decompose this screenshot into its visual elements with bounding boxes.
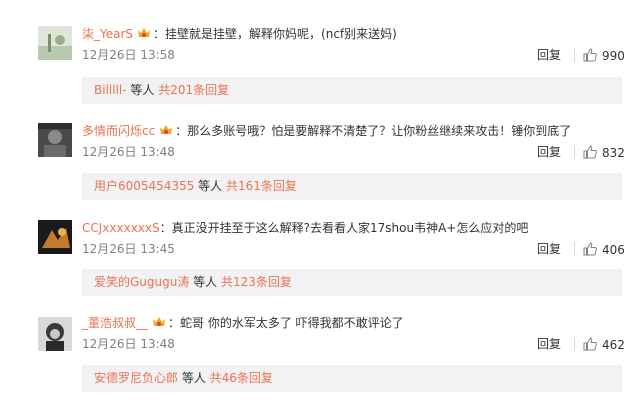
comment-item: 柒_YearS ：挂壁就是挂壁，解释你妈呢，(ncf别来送妈) 12月26日 13… (0, 0, 640, 104)
reply-button[interactable]: 回复 (537, 241, 561, 257)
comment-text: ：那么多账号哦？怕是要解释不清楚了？让你粉丝继续来攻击！锤你到底了 (175, 124, 572, 138)
like-count: 462 (602, 338, 625, 352)
reply-button[interactable]: 回复 (537, 144, 561, 160)
reply-summary-user[interactable]: 安德罗尼负心郎 (94, 371, 178, 385)
divider (574, 242, 575, 256)
avatar-image (38, 220, 72, 254)
comment-username[interactable]: 柒_YearS (82, 27, 133, 41)
reply-summary-text: 等人 (189, 275, 221, 289)
comment-line: CCJxxxxxxxS：真正没开挂至于这么解释?去看看人家17shou韦神A+怎… (82, 220, 528, 236)
avatar-image (38, 26, 72, 60)
vip-crown-icon (160, 125, 173, 134)
reply-summary-user[interactable]: 爱笑的Gugugu涛 (94, 275, 189, 289)
reply-count-link[interactable]: 共46条回复 (210, 371, 273, 385)
avatar-image (38, 317, 72, 351)
divider (574, 48, 575, 62)
comment-time: 12月26日 13:58 (82, 48, 175, 62)
reply-summary-text: 等人 (194, 179, 226, 193)
reply-button[interactable]: 回复 (537, 47, 561, 63)
thumbs-up-icon (583, 145, 597, 159)
thumbs-up-icon (583, 337, 597, 351)
comment-username[interactable]: CCJxxxxxxxS (82, 221, 160, 235)
comment-line: 多情而闪烁cc ：那么多账号哦？怕是要解释不清楚了？让你粉丝继续来攻击！锤你到底了 (82, 123, 571, 139)
like-button[interactable]: 462 (582, 336, 625, 353)
like-button[interactable]: 990 (582, 47, 625, 64)
comment-username[interactable]: _董浩叔叔__ (82, 316, 148, 330)
avatar[interactable] (38, 123, 72, 157)
avatar[interactable] (38, 317, 72, 351)
comment-item: _董浩叔叔__ ：蛇哥 你的水军太多了 吓得我都不敢评论了 12月26日 13:4… (0, 291, 640, 392)
comment-item: 多情而闪烁cc ：那么多账号哦？怕是要解释不清楚了？让你粉丝继续来攻击！锤你到底了… (0, 97, 640, 200)
like-button[interactable]: 406 (582, 241, 625, 258)
reply-button[interactable]: 回复 (537, 336, 561, 352)
avatar[interactable] (38, 26, 72, 60)
comment-time: 12月26日 13:48 (82, 145, 175, 159)
like-button[interactable]: 832 (582, 144, 625, 161)
thumbs-up-icon (583, 48, 597, 62)
comment-line: _董浩叔叔__ ：蛇哥 你的水军太多了 吓得我都不敢评论了 (82, 315, 404, 331)
thumbs-up-icon (583, 242, 597, 256)
comment-text: ：真正没开挂至于这么解释?去看看人家17shou韦神A+怎么应对的吧 (159, 221, 529, 235)
like-count: 406 (602, 243, 625, 257)
avatar-image (38, 123, 72, 157)
comment-username[interactable]: 多情而闪烁cc (82, 124, 155, 138)
comment-text: ：挂壁就是挂壁，解释你妈呢，(ncf别来送妈) (153, 27, 397, 41)
reply-summary-user[interactable]: 用户6005454355 (94, 179, 194, 193)
avatar[interactable] (38, 220, 72, 254)
comment-text: ：蛇哥 你的水军太多了 吓得我都不敢评论了 (168, 316, 404, 330)
comment-item: CCJxxxxxxxS：真正没开挂至于这么解释?去看看人家17shou韦神A+怎… (0, 194, 640, 296)
like-count: 832 (602, 146, 625, 160)
divider (574, 145, 575, 159)
reply-count-link[interactable]: 共161条回复 (226, 179, 297, 193)
divider (574, 337, 575, 351)
comment-time: 12月26日 13:45 (82, 242, 175, 256)
vip-crown-icon (153, 317, 166, 326)
comment-line: 柒_YearS ：挂壁就是挂壁，解释你妈呢，(ncf别来送妈) (82, 26, 397, 42)
vip-crown-icon (138, 28, 151, 37)
reply-count-link[interactable]: 共123条回复 (221, 275, 292, 289)
reply-summary-text: 等人 (178, 371, 210, 385)
reply-count-link[interactable]: 共201条回复 (158, 83, 229, 97)
reply-summary-user[interactable]: Billlll- (94, 83, 127, 97)
reply-summary: 安德罗尼负心郎 等人 共46条回复 (82, 365, 622, 392)
reply-summary-text: 等人 (126, 83, 159, 97)
comment-time: 12月26日 13:48 (82, 337, 175, 351)
like-count: 990 (602, 49, 625, 63)
